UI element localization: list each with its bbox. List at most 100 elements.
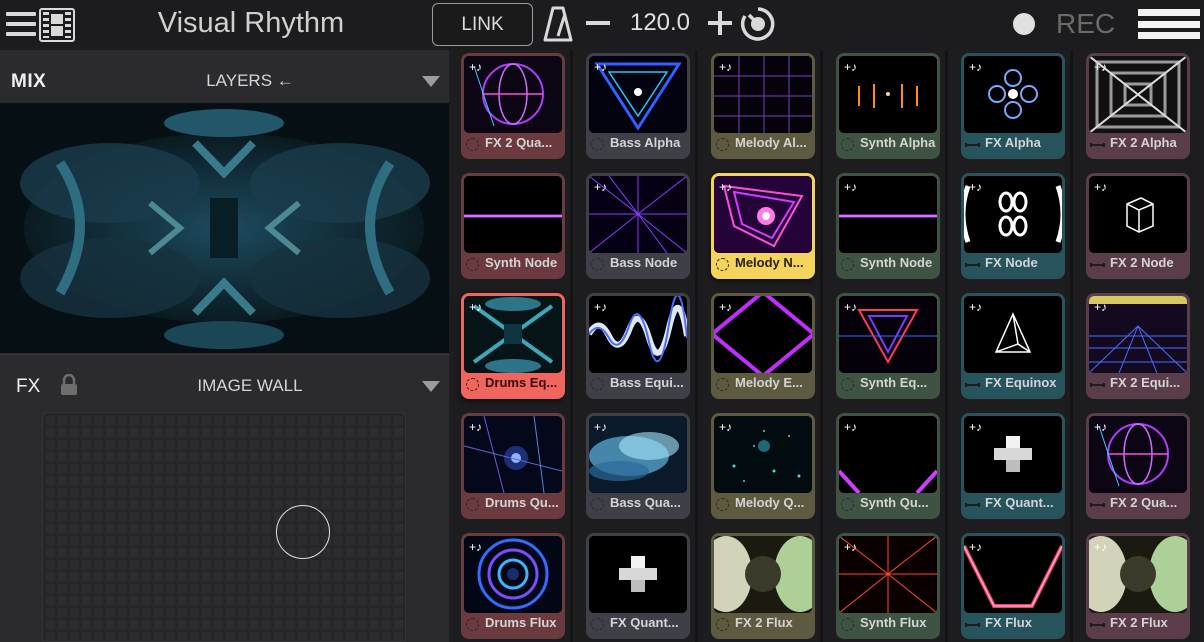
clip-tile[interactable]: +♪ Bass Node	[586, 173, 690, 279]
clip-tile[interactable]: +♪ FX Equinox	[961, 293, 1065, 399]
clip-tile[interactable]: +♪ Drums Eq...	[461, 293, 565, 399]
add-note-icon[interactable]: +♪	[844, 61, 857, 73]
add-note-icon[interactable]: +♪	[719, 181, 732, 193]
clip-tile[interactable]: +♪ Melody Al...	[711, 53, 815, 159]
clip-tile[interactable]: +♪ FX Node	[961, 173, 1065, 279]
app-title: Visual Rhythm	[157, 7, 345, 39]
clip-tile[interactable]: +♪ FX 2 Equi...	[1086, 293, 1190, 399]
add-note-icon[interactable]: +♪	[1094, 301, 1107, 313]
layers-selector[interactable]: LAYERS ←	[150, 71, 350, 91]
loop-length-icon	[965, 263, 980, 267]
clip-tile[interactable]: +♪ Synth Qu...	[836, 413, 940, 519]
clip-tile[interactable]: +♪ Synth Alpha	[836, 53, 940, 159]
add-note-icon[interactable]: +♪	[844, 301, 857, 313]
image-wall-pad[interactable]	[42, 412, 406, 642]
clip-thumbnail: +♪	[1089, 56, 1187, 133]
image-wall-dropdown-icon[interactable]	[422, 381, 440, 392]
clip-label: Bass Qua...	[610, 495, 681, 510]
clip-label: FX Alpha	[985, 135, 1041, 150]
clip-tile[interactable]: +♪ FX 2 Qua...	[461, 53, 565, 159]
sidebar-menu-icon[interactable]	[6, 10, 36, 38]
add-note-icon[interactable]: +♪	[719, 421, 732, 433]
record-dot-icon[interactable]	[1013, 13, 1035, 35]
image-wall-selector[interactable]: IMAGE WALL	[150, 376, 350, 396]
clip-label: FX Flux	[985, 615, 1032, 630]
add-note-icon[interactable]: +♪	[844, 181, 857, 193]
clip-tile[interactable]: +♪ Bass Alpha	[586, 53, 690, 159]
link-button[interactable]: LINK	[432, 3, 533, 46]
record-button[interactable]: REC	[1056, 8, 1115, 40]
main-menu-icon[interactable]	[1138, 9, 1200, 39]
clip-thumbnail: +♪	[839, 176, 937, 253]
loop-length-icon	[1090, 143, 1105, 147]
clip-tile[interactable]: FX Quant...	[586, 533, 690, 639]
clip-thumbnail	[589, 536, 687, 613]
clip-thumbnail: +♪	[839, 296, 937, 373]
loop-length-icon	[965, 503, 980, 507]
bpm-decrease-button[interactable]	[586, 21, 610, 25]
add-note-icon[interactable]: +♪	[719, 301, 732, 313]
fx-header: FX IMAGE WALL	[0, 354, 449, 406]
lock-icon[interactable]	[60, 374, 78, 396]
add-note-icon[interactable]: +♪	[844, 541, 857, 553]
add-note-icon[interactable]: +♪	[1094, 61, 1107, 73]
clip-tile[interactable]: Synth Node	[461, 173, 565, 279]
mixer-panel: MIX LAYERS ← FX IMAGE WALL	[0, 50, 449, 642]
clip-tile[interactable]: +♪ FX 2 Flux	[1086, 533, 1190, 639]
clip-thumbnail: +♪	[839, 416, 937, 493]
clip-tile[interactable]: +♪ Drums Flux	[461, 533, 565, 639]
layers-dropdown-icon[interactable]	[422, 76, 440, 87]
add-note-icon[interactable]: +♪	[1094, 541, 1107, 553]
clip-label: FX 2 Qua...	[485, 135, 553, 150]
clip-label: Bass Node	[610, 255, 678, 270]
add-note-icon[interactable]: +♪	[969, 301, 982, 313]
clip-tile[interactable]: +♪ FX Alpha	[961, 53, 1065, 159]
clip-tile[interactable]: +♪ Drums Qu...	[461, 413, 565, 519]
column-divider	[820, 50, 823, 642]
add-note-icon[interactable]: +♪	[1094, 181, 1107, 193]
bpm-increase-button[interactable]	[708, 11, 732, 35]
add-note-icon[interactable]: +♪	[969, 181, 982, 193]
clip-label: Drums Qu...	[485, 495, 559, 510]
clip-tile[interactable]: +♪ Melody E...	[711, 293, 815, 399]
metronome-icon[interactable]	[543, 6, 573, 42]
add-note-icon[interactable]: +♪	[594, 301, 607, 313]
clip-label: Melody Al...	[735, 135, 807, 150]
add-note-icon[interactable]: +♪	[469, 301, 482, 313]
clip-thumbnail: +♪	[589, 296, 687, 373]
add-note-icon[interactable]: +♪	[469, 541, 482, 553]
clip-tile[interactable]: +♪ FX Flux	[961, 533, 1065, 639]
clip-tile[interactable]: +♪ Synth Node	[836, 173, 940, 279]
add-note-icon[interactable]: +♪	[594, 61, 607, 73]
trigger-mode-icon	[466, 138, 479, 151]
clip-tile[interactable]: +♪ FX 2 Alpha	[1086, 53, 1190, 159]
clip-tile[interactable]: +♪ FX 2 Node	[1086, 173, 1190, 279]
tempo-dial-icon[interactable]	[740, 6, 776, 42]
loop-length-icon	[1090, 383, 1105, 387]
add-note-icon[interactable]: +♪	[969, 61, 982, 73]
clip-tile[interactable]: +♪ Synth Flux	[836, 533, 940, 639]
add-note-icon[interactable]: +♪	[969, 541, 982, 553]
trigger-mode-icon	[466, 258, 479, 271]
clip-tile[interactable]: +♪ FX Quant...	[961, 413, 1065, 519]
add-note-icon[interactable]: +♪	[1094, 421, 1107, 433]
loop-length-icon	[1090, 503, 1105, 507]
add-note-icon[interactable]: +♪	[594, 181, 607, 193]
clip-tile[interactable]: +♪ FX 2 Qua...	[1086, 413, 1190, 519]
add-note-icon[interactable]: +♪	[969, 421, 982, 433]
add-note-icon[interactable]: +♪	[594, 421, 607, 433]
clip-thumbnail: +♪	[714, 296, 812, 373]
add-note-icon[interactable]: +♪	[469, 421, 482, 433]
clip-tile[interactable]: +♪ Melody N...	[711, 173, 815, 279]
xy-pad-knob[interactable]	[276, 505, 330, 559]
add-note-icon[interactable]: +♪	[719, 61, 732, 73]
add-note-icon[interactable]: +♪	[844, 421, 857, 433]
clip-thumbnail: +♪	[964, 536, 1062, 613]
film-strip-icon[interactable]	[39, 8, 75, 42]
clip-tile[interactable]: +♪ Bass Equi...	[586, 293, 690, 399]
clip-tile[interactable]: +♪ Synth Eq...	[836, 293, 940, 399]
clip-tile[interactable]: +♪ Bass Qua...	[586, 413, 690, 519]
clip-tile[interactable]: +♪ Melody Q...	[711, 413, 815, 519]
add-note-icon[interactable]: +♪	[469, 61, 482, 73]
clip-tile[interactable]: FX 2 Flux	[711, 533, 815, 639]
